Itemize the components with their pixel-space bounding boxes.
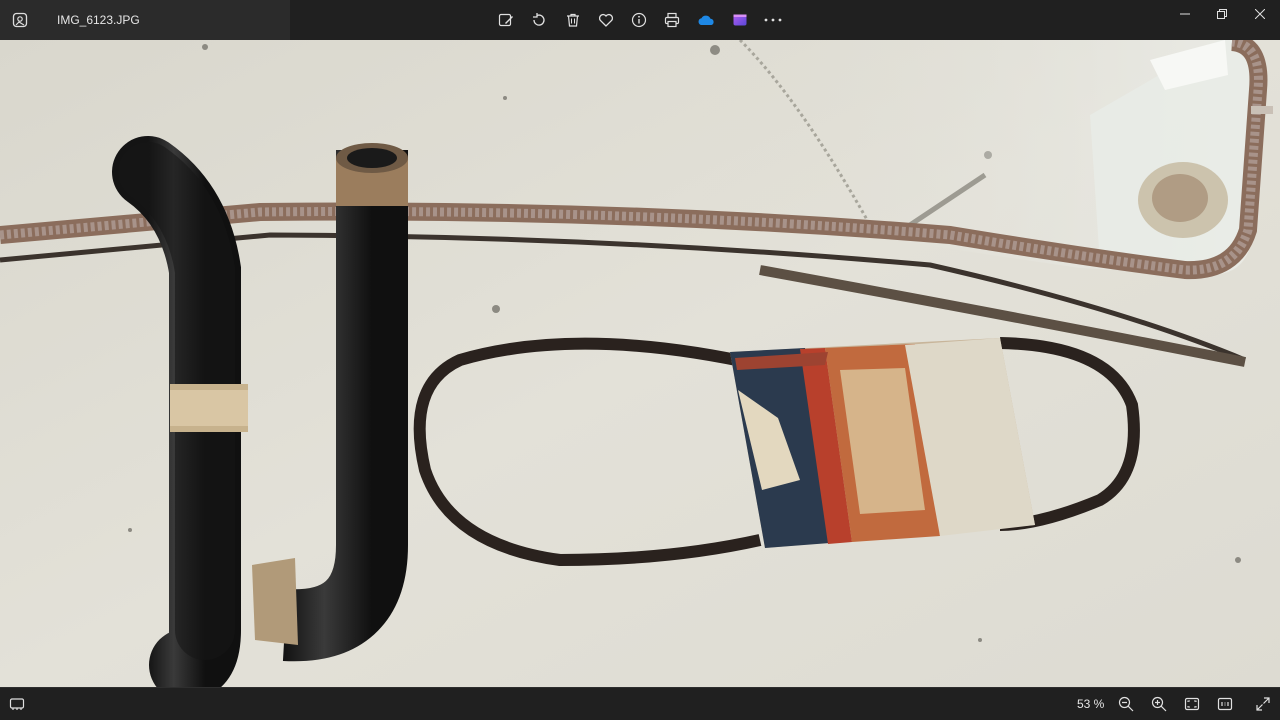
restore-icon (1217, 9, 1227, 19)
status-bar: 53 % (0, 687, 1280, 720)
zoom-in-button[interactable] (1149, 694, 1169, 714)
onedrive-icon (698, 15, 714, 25)
zoom-out-icon (1118, 696, 1134, 712)
fit-window-icon (1184, 697, 1200, 711)
delete-icon (567, 13, 579, 27)
edit-image-icon (498, 13, 513, 27)
fit-to-window-button[interactable] (1182, 694, 1202, 714)
actual-size-icon (1217, 697, 1233, 711)
minimize-icon (1180, 13, 1190, 15)
zoom-level: 53 % (1077, 697, 1105, 711)
belt-package (730, 338, 1035, 548)
file-name: IMG_6123.JPG (57, 13, 140, 27)
rotate-icon (533, 13, 545, 26)
close-button[interactable] (1237, 0, 1280, 28)
fullscreen-button[interactable] (1253, 694, 1273, 714)
favorite-button[interactable] (596, 10, 616, 30)
clipchamp-icon (733, 14, 747, 26)
print-icon (664, 12, 680, 28)
photos-app-icon (12, 12, 28, 28)
zoom-out-button[interactable] (1116, 694, 1136, 714)
clipchamp-button[interactable] (730, 10, 750, 30)
more-icon (764, 18, 782, 22)
print-button[interactable] (662, 10, 682, 30)
file-tab[interactable]: IMG_6123.JPG (0, 0, 290, 40)
edit-image-button[interactable] (496, 10, 516, 30)
close-icon (1255, 9, 1265, 19)
photo-canvas[interactable] (0, 40, 1280, 687)
filmstrip-button[interactable] (7, 694, 27, 714)
rotate-button[interactable] (529, 10, 549, 30)
more-button[interactable] (763, 10, 783, 30)
title-bar: IMG_6123.JPG (0, 0, 1280, 40)
zoom-in-icon (1151, 696, 1167, 712)
info-button[interactable] (629, 10, 649, 30)
onedrive-button[interactable] (696, 10, 716, 30)
filmstrip-icon (9, 698, 25, 710)
info-icon (631, 12, 647, 28)
delete-button[interactable] (563, 10, 583, 30)
favorite-icon (598, 13, 614, 27)
actual-size-button[interactable] (1215, 694, 1235, 714)
photo-image (0, 40, 1280, 687)
fullscreen-icon (1256, 697, 1270, 711)
